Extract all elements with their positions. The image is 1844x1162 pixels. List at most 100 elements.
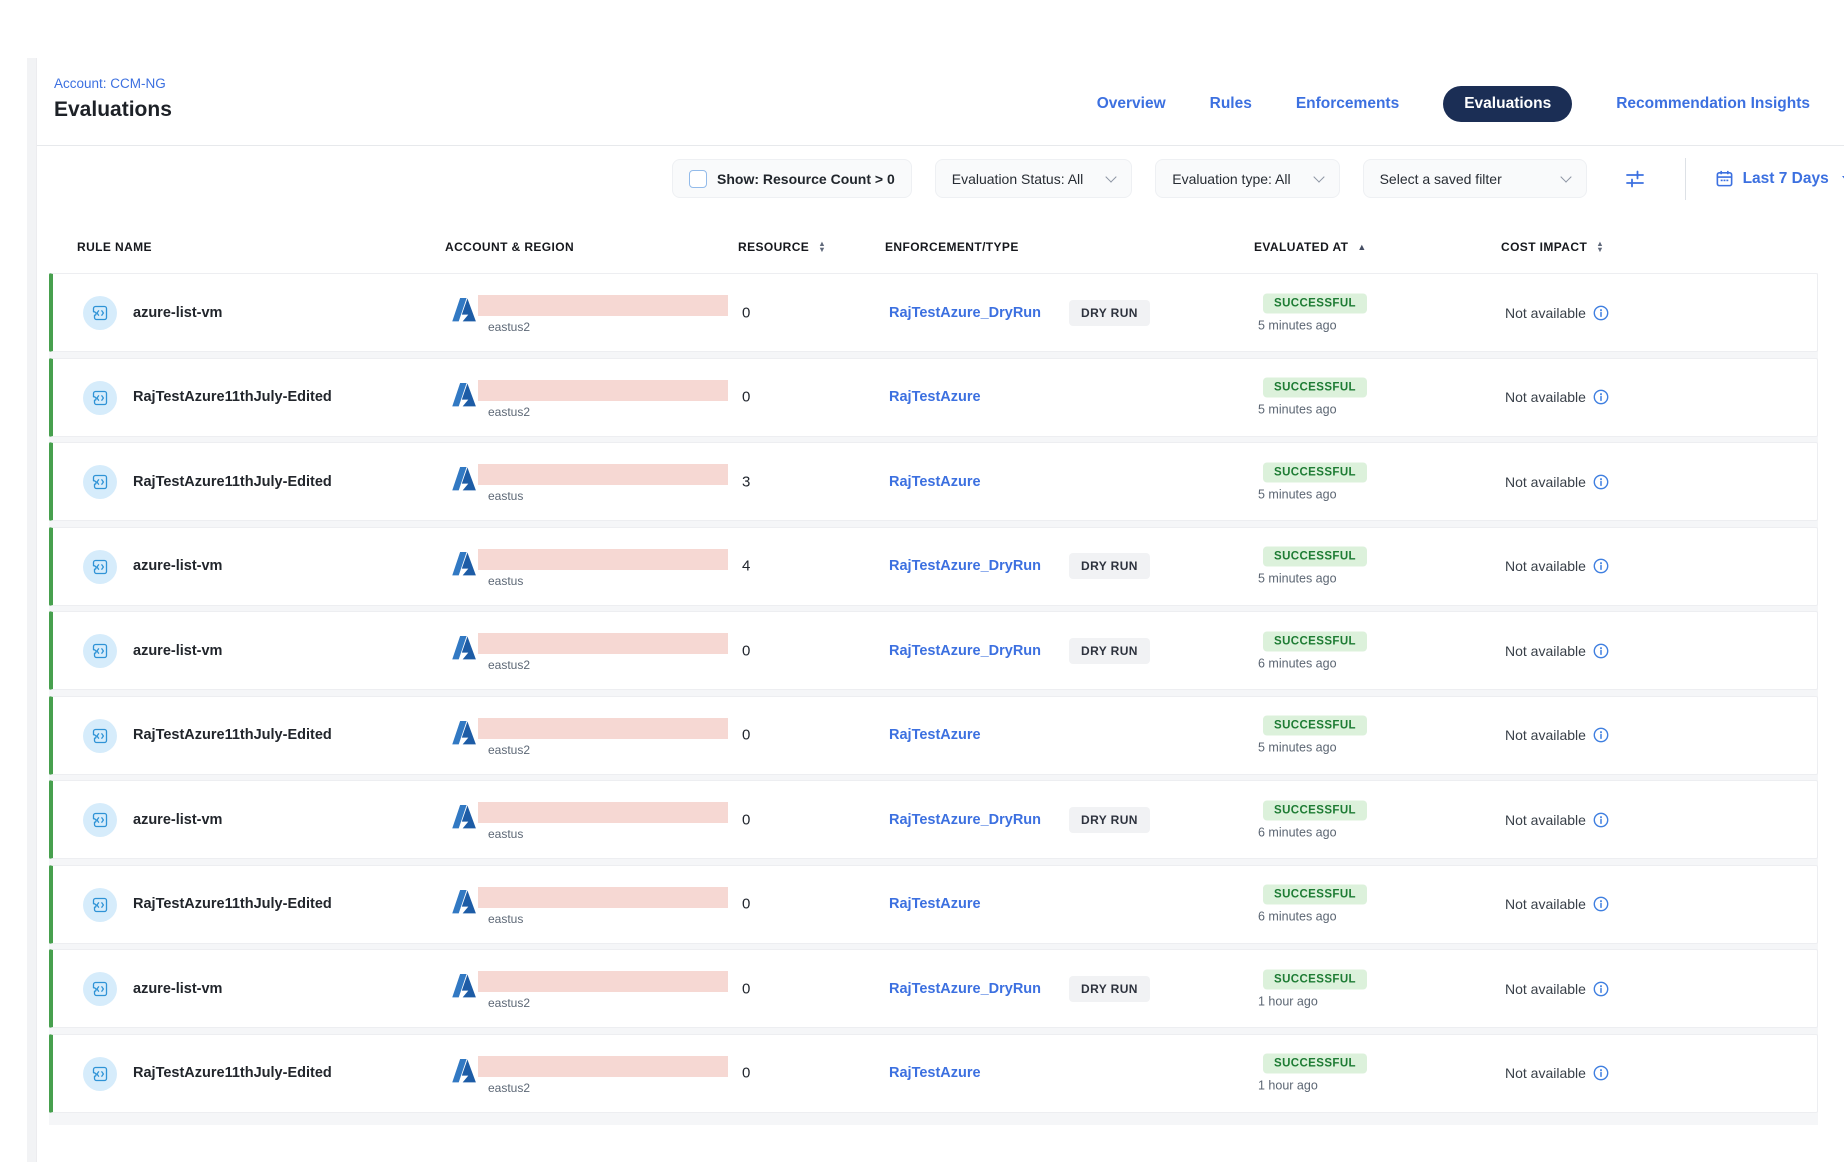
account-name-redacted xyxy=(478,971,728,992)
enforcement-link[interactable]: RajTestAzure xyxy=(889,896,981,912)
enforcement-link[interactable]: RajTestAzure_DryRun xyxy=(889,305,1041,321)
table-row[interactable]: RajTestAzure11thJuly-Edited eastus2 0 Ra… xyxy=(49,358,1818,437)
azure-logo-icon xyxy=(450,550,477,582)
info-icon[interactable] xyxy=(1593,812,1609,828)
collapsed-left-rail xyxy=(27,58,37,1162)
region-label: eastus2 xyxy=(488,405,530,419)
calendar-icon xyxy=(1715,169,1734,188)
tab-rules[interactable]: Rules xyxy=(1210,95,1252,113)
chevron-down-icon xyxy=(1560,171,1571,182)
rule-name: azure-list-vm xyxy=(133,305,222,321)
sort-icon[interactable]: ▲▼ xyxy=(818,241,826,253)
account-name-redacted xyxy=(478,887,728,908)
rule-script-icon xyxy=(91,980,109,998)
region-label: eastus xyxy=(488,574,523,588)
table-row[interactable]: RajTestAzure11thJuly-Edited eastus 3 Raj… xyxy=(49,442,1818,521)
info-icon[interactable] xyxy=(1593,389,1609,405)
region-label: eastus2 xyxy=(488,743,530,757)
info-icon[interactable] xyxy=(1593,896,1609,912)
account-name-redacted xyxy=(478,295,728,316)
rule-script-icon xyxy=(91,642,109,660)
resource-count: 0 xyxy=(742,896,750,913)
info-icon[interactable] xyxy=(1593,474,1609,490)
info-icon[interactable] xyxy=(1593,1065,1609,1081)
resource-count: 0 xyxy=(742,642,750,659)
status-badge: SUCCESSFUL xyxy=(1263,716,1367,736)
status-badge: SUCCESSFUL xyxy=(1263,800,1367,820)
rule-avatar xyxy=(83,634,117,668)
info-icon[interactable] xyxy=(1593,305,1609,321)
rule-name: RajTestAzure11thJuly-Edited xyxy=(133,389,332,405)
account-name-redacted xyxy=(478,1056,728,1077)
rule-name: azure-list-vm xyxy=(133,981,222,997)
status-badge: SUCCESSFUL xyxy=(1263,378,1367,398)
tab-evaluations[interactable]: Evaluations xyxy=(1443,86,1572,122)
table-row[interactable]: RajTestAzure11thJuly-Edited eastus2 0 Ra… xyxy=(49,696,1818,775)
sort-icon[interactable]: ▲▼ xyxy=(1596,241,1604,253)
enforcement-link[interactable]: RajTestAzure_DryRun xyxy=(889,812,1041,828)
rule-script-icon xyxy=(91,1065,109,1083)
enforcement-link[interactable]: RajTestAzure_DryRun xyxy=(889,643,1041,659)
table-row[interactable]: azure-list-vm eastus2 0 RajTestAzure_Dry… xyxy=(49,949,1818,1028)
rule-name: RajTestAzure11thJuly-Edited xyxy=(133,474,332,490)
rule-avatar xyxy=(83,972,117,1006)
resource-count: 0 xyxy=(742,811,750,828)
region-label: eastus xyxy=(488,489,523,503)
azure-logo-icon xyxy=(450,381,477,413)
resource-count: 0 xyxy=(742,727,750,744)
filter-sliders-icon[interactable] xyxy=(1624,168,1646,190)
col-account-region: ACCOUNT & REGION xyxy=(445,240,574,254)
cost-impact-value: Not available xyxy=(1505,896,1586,912)
resource-count: 4 xyxy=(742,558,750,575)
rule-name: RajTestAzure11thJuly-Edited xyxy=(133,896,332,912)
account-name-redacted xyxy=(478,380,728,401)
azure-logo-icon xyxy=(450,465,477,497)
table-row[interactable]: RajTestAzure11thJuly-Edited eastus2 0 Ra… xyxy=(49,1034,1818,1113)
azure-logo-icon xyxy=(450,1057,477,1089)
info-icon[interactable] xyxy=(1593,727,1609,743)
table-row[interactable]: azure-list-vm eastus2 0 RajTestAzure_Dry… xyxy=(49,273,1818,352)
status-badge: SUCCESSFUL xyxy=(1263,969,1367,989)
region-label: eastus2 xyxy=(488,658,530,672)
chevron-down-icon xyxy=(1106,171,1117,182)
info-icon[interactable] xyxy=(1593,981,1609,997)
evaluated-time: 5 minutes ago xyxy=(1258,403,1337,417)
resource-count-filter[interactable]: Show: Resource Count > 0 xyxy=(672,159,912,198)
enforcement-link[interactable]: RajTestAzure xyxy=(889,389,981,405)
evaluation-status-select[interactable]: Evaluation Status: All xyxy=(935,159,1133,198)
tab-overview[interactable]: Overview xyxy=(1097,95,1166,113)
info-icon[interactable] xyxy=(1593,558,1609,574)
status-badge: SUCCESSFUL xyxy=(1263,462,1367,482)
tab-recommendation-insights[interactable]: Recommendation Insights xyxy=(1616,95,1810,113)
region-label: eastus xyxy=(488,827,523,841)
rule-avatar xyxy=(83,465,117,499)
table-row[interactable]: azure-list-vm eastus 0 RajTestAzure_DryR… xyxy=(49,780,1818,859)
resource-count: 3 xyxy=(742,473,750,490)
rule-name: azure-list-vm xyxy=(133,558,222,574)
rule-name: azure-list-vm xyxy=(133,643,222,659)
azure-logo-icon xyxy=(450,803,477,835)
rule-avatar xyxy=(83,719,117,753)
enforcement-link[interactable]: RajTestAzure xyxy=(889,727,981,743)
region-label: eastus2 xyxy=(488,996,530,1010)
enforcement-link[interactable]: RajTestAzure xyxy=(889,474,981,490)
table-row[interactable]: azure-list-vm eastus 4 RajTestAzure_DryR… xyxy=(49,527,1818,606)
enforcement-link[interactable]: RajTestAzure_DryRun xyxy=(889,981,1041,997)
rule-script-icon xyxy=(91,389,109,407)
account-breadcrumb[interactable]: Account: CCM-NG xyxy=(54,76,166,91)
resource-count-checkbox[interactable] xyxy=(689,170,707,188)
account-name-redacted xyxy=(478,718,728,739)
info-icon[interactable] xyxy=(1593,643,1609,659)
enforcement-link[interactable]: RajTestAzure xyxy=(889,1065,981,1081)
status-badge: SUCCESSFUL xyxy=(1263,1054,1367,1074)
enforcement-link[interactable]: RajTestAzure_DryRun xyxy=(889,558,1041,574)
tab-enforcements[interactable]: Enforcements xyxy=(1296,95,1399,113)
saved-filter-select[interactable]: Select a saved filter xyxy=(1363,159,1587,198)
evaluation-type-select[interactable]: Evaluation type: All xyxy=(1155,159,1339,198)
evaluated-time: 1 hour ago xyxy=(1258,1079,1318,1093)
header-divider xyxy=(37,145,1844,146)
sort-asc-icon[interactable]: ▲ xyxy=(1357,242,1366,252)
table-row[interactable]: RajTestAzure11thJuly-Edited eastus 0 Raj… xyxy=(49,865,1818,944)
date-range-picker[interactable]: Last 7 Days xyxy=(1715,169,1844,188)
table-row[interactable]: azure-list-vm eastus2 0 RajTestAzure_Dry… xyxy=(49,611,1818,690)
